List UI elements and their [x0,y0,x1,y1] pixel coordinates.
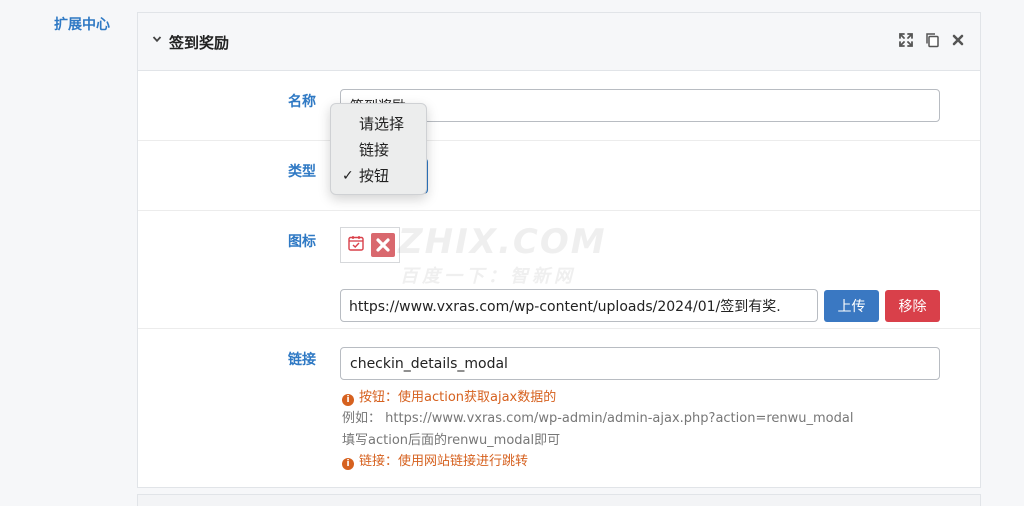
help-example: 例如： https://www.vxras.com/wp-admin/admin… [342,411,854,426]
dropdown-option-link[interactable]: 链接 [331,137,426,163]
watermark: ZHIX.COM [398,222,607,262]
copy-icon[interactable] [924,32,940,48]
panel-title: 签到奖励 [169,34,230,52]
name-row: 名称 [138,71,980,141]
watermark-subtext: 百度一下：智新网 [400,266,576,287]
help-link-note: i 链接：使用网站链接进行跳转 [342,452,528,472]
checkmark-icon: ✓ [342,168,354,184]
dropdown-option-button[interactable]: ✓ 按钮 [331,163,426,189]
close-icon[interactable] [950,32,966,48]
type-dropdown-menu[interactable]: 请选择 链接 ✓ 按钮 [330,103,427,195]
name-input[interactable] [340,89,940,122]
upload-button[interactable]: 上传 [824,290,879,322]
icon-thumbnail [340,227,400,263]
calendar-check-icon [348,236,364,251]
icon-label: 图标 [288,234,316,250]
help-instruction: 填写action后面的renwu_modal即可 [342,433,561,448]
dropdown-option-placeholder[interactable]: 请选择 [331,111,426,137]
panel-header[interactable]: 签到奖励 [138,13,980,71]
link-row: 链接 i按钮：使用action获取ajax数据的 例如： https://www… [138,329,980,487]
type-row: 类型 [138,141,980,211]
icon-url-input[interactable] [340,289,818,322]
remove-button[interactable]: 移除 [885,290,940,322]
expand-icon[interactable] [898,32,914,48]
sidebar-label: 扩展中心 [54,17,110,33]
info-icon: i [342,458,354,470]
next-panel [137,494,981,506]
name-label: 名称 [288,94,316,110]
delete-image-icon[interactable] [371,233,395,257]
help-button-note: i 按钮：使用action获取ajax数据的 [342,388,556,408]
panel-toolbar [898,32,966,48]
type-label: 类型 [288,164,316,180]
link-label: 链接 [288,352,316,368]
link-input[interactable] [340,347,940,380]
chevron-down-icon[interactable] [152,33,162,47]
info-icon: i [342,394,354,406]
